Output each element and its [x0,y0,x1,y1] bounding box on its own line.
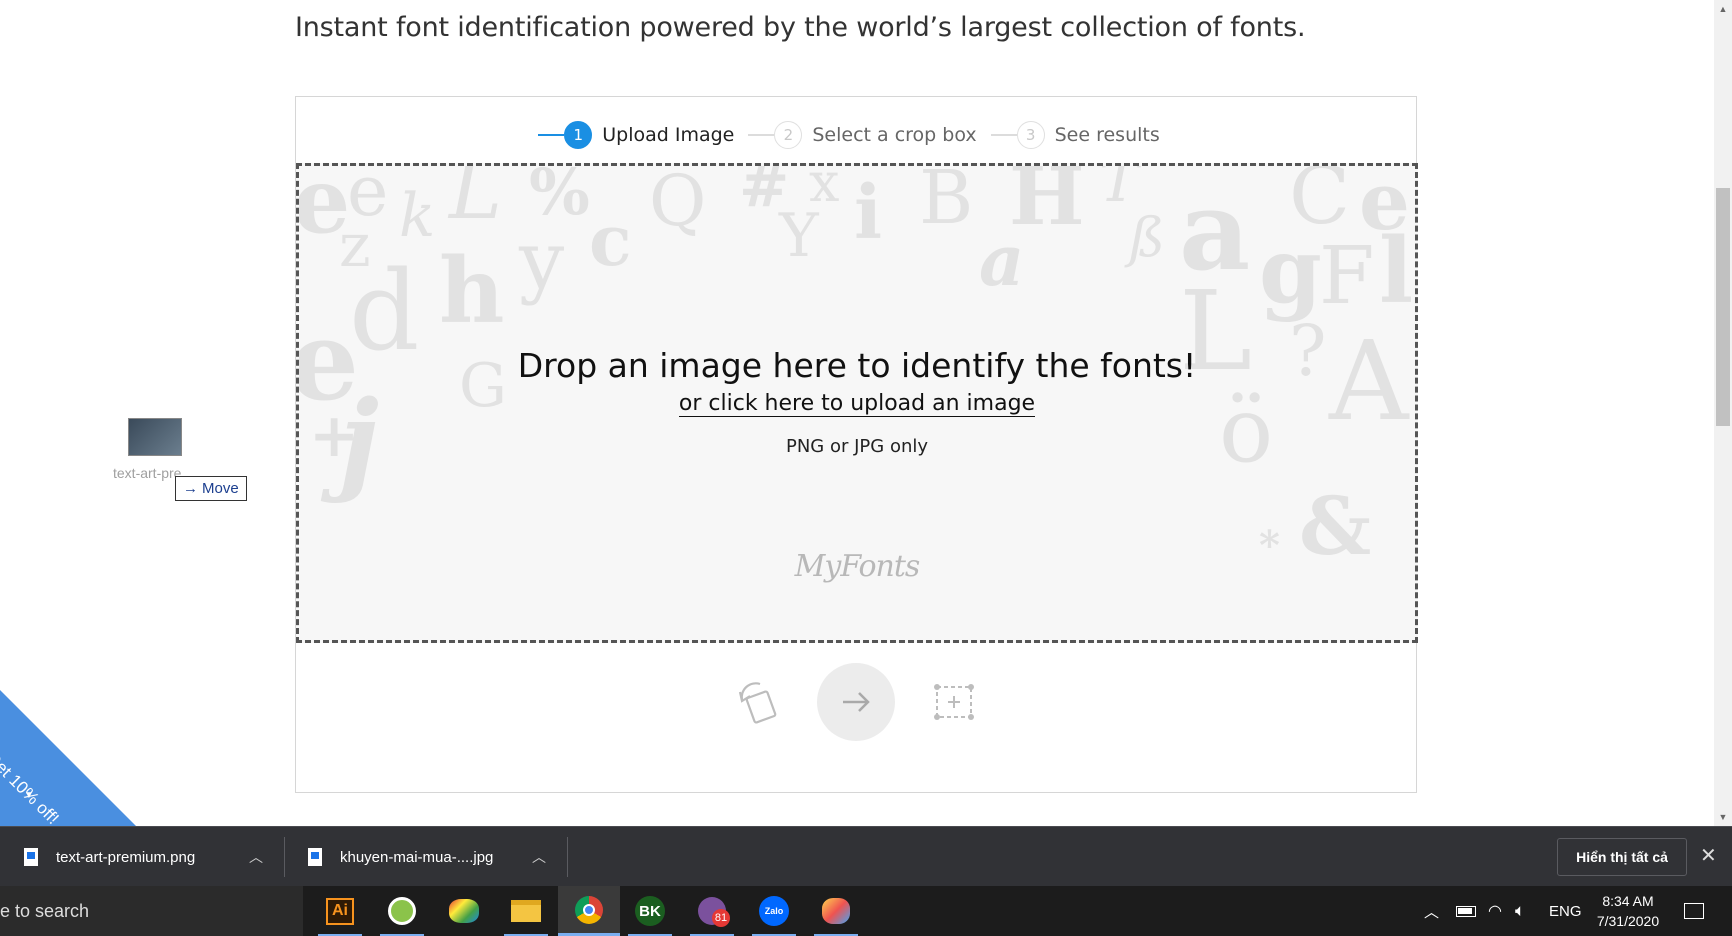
caret-down-icon: ▼ [24,790,34,801]
next-step-button[interactable] [817,663,895,741]
download-bar: text-art-premium.png ︿ khuyen-mai-mua-..… [0,826,1732,886]
paint3d-icon[interactable] [808,886,864,936]
discount-promo-ribbon[interactable] [0,690,140,830]
step-number: 1 [564,121,593,149]
chevron-up-icon[interactable]: ︿ [1424,886,1439,936]
download-separator [567,837,568,877]
step-connector [990,134,1017,136]
show-all-downloads-button[interactable]: Hiển thị tất cả [1557,838,1687,876]
file-explorer-icon[interactable] [498,886,554,936]
step-connector [538,134,565,136]
language-indicator[interactable]: ENG [1549,886,1582,936]
close-icon[interactable]: ✕ [1700,843,1717,868]
rotate-button[interactable] [735,679,781,725]
font-identifier-card: 1 Upload Image 2 Select a crop box 3 See… [295,96,1418,793]
paint-icon[interactable] [436,886,492,936]
step-indicator: 1 Upload Image 2 Select a crop box 3 See… [296,115,1416,155]
step-connector [748,134,775,136]
notification-badge: 81 [712,909,730,927]
step-label: See results [1054,124,1160,146]
rotate-icon [738,682,777,724]
illustrator-icon[interactable]: Ai [312,886,368,936]
battery-icon[interactable] [1456,886,1476,936]
crop-button[interactable] [931,679,977,725]
bkav-icon[interactable]: BK [622,886,678,936]
arrow-right-icon [843,692,870,712]
search-placeholder: e to search [0,900,90,921]
step-see-results: 3 See results [990,121,1174,149]
scrollbar-thumb[interactable] [1716,188,1730,426]
taskbar-search-box[interactable]: e to search [0,886,303,936]
notification-center-icon[interactable] [1684,886,1704,936]
dragged-image-thumbnail [128,418,182,456]
upload-image-link[interactable]: or click here to upload an image [678,391,1036,417]
crop-box-icon [934,684,974,720]
move-tooltip-label: Move [202,480,239,497]
step-select-crop-box: 2 Select a crop box [748,121,990,149]
viber-icon[interactable]: 81 [684,886,740,936]
tagline: Instant font identification powered by t… [295,12,1306,43]
image-dropzone[interactable]: e e k L % Q # x Y i B H T ß a C e z d h [296,163,1418,643]
dragged-file-name: text-art-pre [113,465,182,481]
taskbar-clock[interactable]: 8:34 AM 7/31/2020 [1588,891,1668,931]
scroll-down-arrow-icon[interactable]: ▼ [1714,808,1732,825]
volume-icon[interactable]: 🔈︎ [1515,886,1525,936]
wifi-icon[interactable]: ◠ [1488,886,1502,936]
download-file-name: khuyen-mai-mua-....jpg [340,848,494,866]
zalo-icon[interactable]: Zalo [746,886,802,936]
download-file-name: text-art-premium.png [56,848,196,866]
clock-time: 8:34 AM [1602,893,1654,909]
step-label: Select a crop box [812,124,977,146]
chevron-up-icon[interactable]: ︿ [249,847,263,867]
chrome-icon[interactable] [558,886,620,936]
download-item[interactable]: khuyen-mai-mua-....jpg [308,827,538,887]
download-item[interactable]: text-art-premium.png [24,827,264,887]
file-type-note: PNG or JPG only [785,436,929,457]
step-number: 3 [1016,121,1045,149]
scroll-up-arrow-icon[interactable]: ▲ [1714,0,1732,17]
app-green-icon[interactable] [374,886,430,936]
page: Instant font identification powered by t… [0,0,1732,936]
chevron-up-icon[interactable]: ︿ [532,847,546,867]
file-icon [308,848,322,866]
dropzone-title: Drop an image here to identify the fonts… [517,346,1197,385]
upload-link-row: or click here to upload an image [299,391,1415,417]
step-label: Upload Image [602,124,735,146]
move-tooltip: → Move [175,476,247,501]
step-number: 2 [774,121,803,149]
arrow-right-icon: → [183,480,198,497]
file-icon [24,848,38,866]
clock-date: 7/31/2020 [1596,913,1660,929]
download-separator [284,837,285,877]
myfonts-logo: MyFonts [794,549,921,584]
step-upload-image: 1 Upload Image [538,121,748,149]
image-toolbar [296,662,1416,742]
windows-taskbar: e to search Ai BK 81 Zalo ︿ ◠ 🔈︎ ENG 8:3… [0,886,1732,936]
